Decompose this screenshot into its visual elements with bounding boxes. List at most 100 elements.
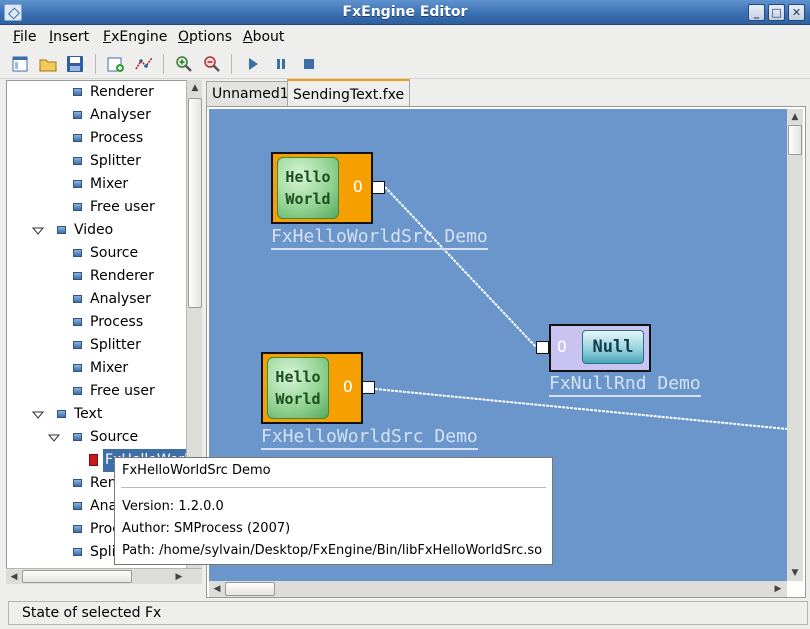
tooltip-divider xyxy=(121,487,546,488)
menu-bar: File Insert FxEngine Options About xyxy=(0,25,810,49)
tree-item-label: Process xyxy=(90,314,144,330)
tab-unnamed1[interactable]: Unnamed1 xyxy=(206,81,295,106)
tree-item-label: Process xyxy=(90,130,144,146)
menu-file[interactable]: File xyxy=(13,29,36,45)
node-icon xyxy=(73,157,82,165)
tree-horizontal-scrollbar[interactable]: ◀ ▶ xyxy=(6,568,202,584)
connection-line xyxy=(384,186,537,348)
tree-item-label: Source xyxy=(90,429,139,445)
scroll-right-icon[interactable]: ▶ xyxy=(771,582,785,596)
node-icon xyxy=(73,272,82,280)
node-icon xyxy=(73,479,82,487)
fx-file-icon xyxy=(89,454,98,466)
node-icon xyxy=(73,502,82,510)
fx-hello-world-node-1[interactable]: Hello World O xyxy=(271,152,373,224)
scroll-left-icon[interactable]: ◀ xyxy=(7,570,21,584)
tree-item-label: Analyser xyxy=(90,291,151,307)
stop-icon[interactable] xyxy=(300,55,318,73)
canvas-horizontal-scrollbar[interactable]: ◀ ▶ xyxy=(209,581,787,597)
output-pin-label: O xyxy=(353,177,363,196)
close-button[interactable]: ✕ xyxy=(788,4,805,21)
tooltip-version: Version: 1.2.0.0 xyxy=(122,499,224,514)
output-pin[interactable] xyxy=(372,181,385,194)
tree-item-label: Video xyxy=(74,222,114,238)
scroll-thumb[interactable] xyxy=(188,98,202,308)
pause-icon[interactable] xyxy=(272,55,290,73)
scroll-up-icon[interactable]: ▲ xyxy=(188,81,202,95)
toolbar-separator xyxy=(95,54,96,74)
fx-caption: FxNullRnd Demo xyxy=(549,373,701,397)
toolbar xyxy=(0,49,810,79)
tree-item-label: Free user xyxy=(90,199,155,215)
scroll-left-icon[interactable]: ◀ xyxy=(210,582,224,596)
new-icon[interactable] xyxy=(11,55,29,73)
node-icon xyxy=(73,318,82,326)
menu-fxengine[interactable]: FxEngine xyxy=(103,29,167,45)
fx-hello-world-node-2[interactable]: Hello World O xyxy=(261,352,363,424)
tree-item-label: Splitter xyxy=(90,337,141,353)
tree-item-label: Source xyxy=(90,245,139,261)
hello-world-icon: Hello World xyxy=(277,157,339,219)
status-text: State of selected Fx xyxy=(22,605,162,621)
node-icon xyxy=(73,341,82,349)
tree-item-label: Analyser xyxy=(90,107,151,123)
null-icon: Null xyxy=(582,330,644,364)
tree-item-label: Renderer xyxy=(90,268,154,284)
tree-item-label: Mixer xyxy=(90,176,129,192)
node-icon xyxy=(73,203,82,211)
node-icon xyxy=(73,111,82,119)
scroll-right-icon[interactable]: ▶ xyxy=(172,570,186,584)
tree-item-label: Renderer xyxy=(90,84,154,100)
save-icon[interactable] xyxy=(66,55,84,73)
hello-world-icon: Hello World xyxy=(267,357,329,419)
play-icon[interactable] xyxy=(244,55,262,73)
node-icon xyxy=(57,410,66,418)
node-icon xyxy=(73,295,82,303)
add-fx-icon[interactable] xyxy=(107,55,125,73)
fx-caption: FxHelloWorldSrc Demo xyxy=(261,426,478,450)
tree-item-label: Free user xyxy=(90,383,155,399)
fx-info-tooltip: FxHelloWorldSrc Demo Version: 1.2.0.0 Au… xyxy=(114,457,553,565)
node-icon xyxy=(73,433,82,441)
node-icon xyxy=(73,387,82,395)
connect-icon[interactable] xyxy=(135,55,153,73)
tree-item-label: Ren xyxy=(90,475,117,491)
output-pin-label: O xyxy=(343,377,353,396)
toolbar-separator xyxy=(231,54,232,74)
zoom-out-icon[interactable] xyxy=(203,55,221,73)
fx-null-renderer-node[interactable]: O Null xyxy=(549,324,651,372)
node-icon xyxy=(73,548,82,556)
minimize-button[interactable]: _ xyxy=(748,4,765,21)
tree-item-label: Ana xyxy=(90,498,118,514)
maximize-button[interactable]: □ xyxy=(768,4,785,21)
output-pin[interactable] xyxy=(362,381,375,394)
node-icon xyxy=(73,364,82,372)
tree-item-label: Splitter xyxy=(90,153,141,169)
node-icon xyxy=(73,134,82,142)
zoom-in-icon[interactable] xyxy=(175,55,193,73)
input-pin[interactable] xyxy=(536,341,549,354)
node-icon xyxy=(73,88,82,96)
window-title: FxEngine Editor xyxy=(342,4,468,20)
tree-item-label: Text xyxy=(74,406,103,422)
tooltip-author: Author: SMProcess (2007) xyxy=(122,521,291,536)
expand-arrow-icon[interactable] xyxy=(32,227,44,235)
tree-item-label: Mixer xyxy=(90,360,129,376)
canvas-vertical-scrollbar[interactable]: ▲ ▼ xyxy=(787,109,803,581)
menu-insert[interactable]: Insert xyxy=(49,29,89,45)
toolbar-separator xyxy=(163,54,164,74)
input-pin-label: O xyxy=(557,337,567,356)
tab-sendingtext[interactable]: SendingText.fxe xyxy=(287,79,411,107)
scroll-thumb[interactable] xyxy=(225,582,275,596)
menu-about[interactable]: About xyxy=(243,29,284,45)
scroll-up-icon[interactable]: ▲ xyxy=(788,110,802,124)
expand-arrow-icon[interactable] xyxy=(32,411,44,419)
scroll-thumb[interactable] xyxy=(22,570,132,583)
scroll-thumb[interactable] xyxy=(788,125,802,155)
expand-arrow-icon[interactable] xyxy=(48,434,60,442)
node-icon xyxy=(73,180,82,188)
open-icon[interactable] xyxy=(39,55,57,73)
scroll-down-icon[interactable]: ▼ xyxy=(788,566,802,580)
fx-caption: FxHelloWorldSrc Demo xyxy=(271,226,488,250)
menu-options[interactable]: Options xyxy=(178,29,232,45)
